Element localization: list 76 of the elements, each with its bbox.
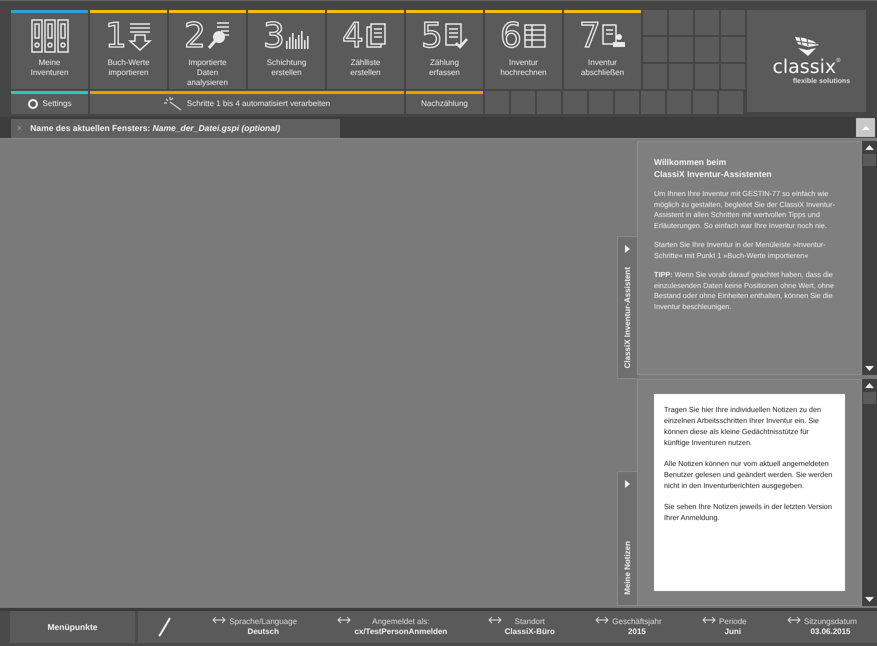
side-tab[interactable]: ClassiX Inventur-Assistent bbox=[617, 236, 637, 380]
scroll-thumb[interactable] bbox=[863, 392, 876, 404]
down-arrow-icon bbox=[128, 21, 152, 51]
status-label: Periode bbox=[719, 617, 747, 627]
up-arrow-icon[interactable] bbox=[865, 383, 874, 388]
magic-wand-icon bbox=[164, 97, 182, 111]
up-arrow-icon[interactable] bbox=[865, 145, 874, 150]
tile-label: Buch-Werte importieren bbox=[106, 58, 151, 78]
step-tile[interactable]: 3 Schichtung erstellen bbox=[248, 10, 325, 89]
side-tab-label: Meine Notizen bbox=[622, 541, 632, 595]
magnifier-icon bbox=[206, 21, 231, 51]
swap-arrows-icon[interactable] bbox=[488, 617, 502, 624]
document-check-icon bbox=[444, 21, 468, 51]
notes-field[interactable] bbox=[654, 394, 845, 591]
side-tab-label: ClassiX Inventur-Assistent bbox=[622, 267, 632, 368]
action-button[interactable]: Nachzählung bbox=[406, 91, 483, 114]
binders-icon bbox=[30, 19, 68, 53]
tile-label: Inventur hochrechnen bbox=[499, 58, 548, 78]
tile-label: Zählung erfassen bbox=[428, 58, 461, 78]
status-label: Geschäftsjahr bbox=[612, 617, 662, 627]
status-value: cx/TestPersonAnmelden bbox=[354, 627, 448, 637]
side-tab[interactable]: Meine Notizen bbox=[617, 471, 637, 606]
status-label: Sprache/Language bbox=[229, 617, 298, 627]
step-number: 1 bbox=[105, 19, 127, 53]
step-number: 7 bbox=[579, 19, 601, 53]
scroll-thumb[interactable] bbox=[863, 154, 876, 166]
step-tile[interactable]: 1 Buch-Werte importieren bbox=[90, 10, 167, 89]
tile-label: Schichtung erstellen bbox=[266, 58, 308, 78]
step-number: 6 bbox=[500, 19, 522, 53]
scrollbar[interactable] bbox=[862, 379, 877, 606]
action-button[interactable]: Settings bbox=[11, 91, 88, 114]
document-tab[interactable]: × Name des aktuellen Fensters: Name_der_Datei.gspi (optional) bbox=[11, 119, 340, 138]
expand-arrow-icon[interactable] bbox=[625, 480, 630, 488]
step-tile[interactable]: 6 Inventur hochrechnen bbox=[485, 10, 562, 89]
menu-button[interactable]: Menüpunkte bbox=[10, 611, 135, 643]
step-number: 3 bbox=[263, 19, 285, 53]
action-label: Schritte 1 bis 4 automatisiert verarbeiten bbox=[186, 98, 330, 110]
expand-arrow-icon[interactable] bbox=[625, 245, 630, 253]
down-arrow-icon[interactable] bbox=[865, 366, 874, 371]
step-number: 4 bbox=[342, 19, 364, 53]
tile-label: Inventur abschließen bbox=[580, 58, 626, 78]
step-number: 2 bbox=[184, 19, 206, 53]
swap-arrows-icon[interactable] bbox=[595, 617, 610, 624]
tile-label: Importierte Daten analysieren bbox=[186, 58, 229, 88]
logo-wordmark: classix bbox=[772, 56, 836, 77]
status-label: Angemeldet als: bbox=[372, 617, 430, 627]
step-tile[interactable]: 7 Inventur abschließen bbox=[564, 10, 641, 89]
action-label: Settings bbox=[42, 98, 72, 110]
pencil-icon[interactable] bbox=[158, 617, 172, 637]
status-value: Deutsch bbox=[247, 627, 279, 637]
scrollbar[interactable] bbox=[862, 141, 877, 375]
step-tile[interactable]: 4 Zählliste erstellen bbox=[327, 10, 404, 89]
tile-label: Meine Inventuren bbox=[30, 58, 70, 78]
step-tile[interactable]: 5 Zählung erfassen bbox=[406, 10, 483, 89]
ring-icon bbox=[28, 99, 38, 109]
status-value: 03.06.2015 bbox=[810, 627, 850, 637]
status-label: Standort bbox=[514, 617, 545, 627]
status-value: 2015 bbox=[628, 627, 646, 637]
swap-arrows-icon[interactable] bbox=[787, 617, 802, 624]
step-tile[interactable]: Meine Inventuren bbox=[11, 10, 88, 89]
tab-title: Name des aktuellen Fensters: Name_der_Datei.gspi (optional) bbox=[30, 122, 280, 135]
documents-icon bbox=[364, 21, 389, 51]
assistant-heading: Willkommen beim ClassiX Inventur-Assistenten bbox=[654, 156, 773, 180]
action-button[interactable]: Schritte 1 bis 4 automatisiert verarbeiten bbox=[90, 91, 404, 114]
swap-arrows-icon[interactable] bbox=[212, 617, 226, 624]
swap-arrows-icon[interactable] bbox=[702, 617, 716, 624]
down-arrow-icon[interactable] bbox=[865, 597, 874, 602]
status-value: ClassiX-Büro bbox=[504, 627, 555, 637]
action-label: Nachzählung bbox=[421, 98, 468, 110]
step-tile[interactable]: 2 Importierte Daten analysieren bbox=[169, 10, 246, 89]
status-value: Juni bbox=[724, 627, 742, 637]
collapse-button[interactable] bbox=[856, 118, 875, 137]
step-number: 5 bbox=[421, 19, 443, 53]
tile-label: Zählliste erstellen bbox=[349, 58, 382, 78]
status-label: Sitzungsdatum bbox=[804, 617, 857, 627]
swap-arrows-icon[interactable] bbox=[337, 617, 352, 624]
